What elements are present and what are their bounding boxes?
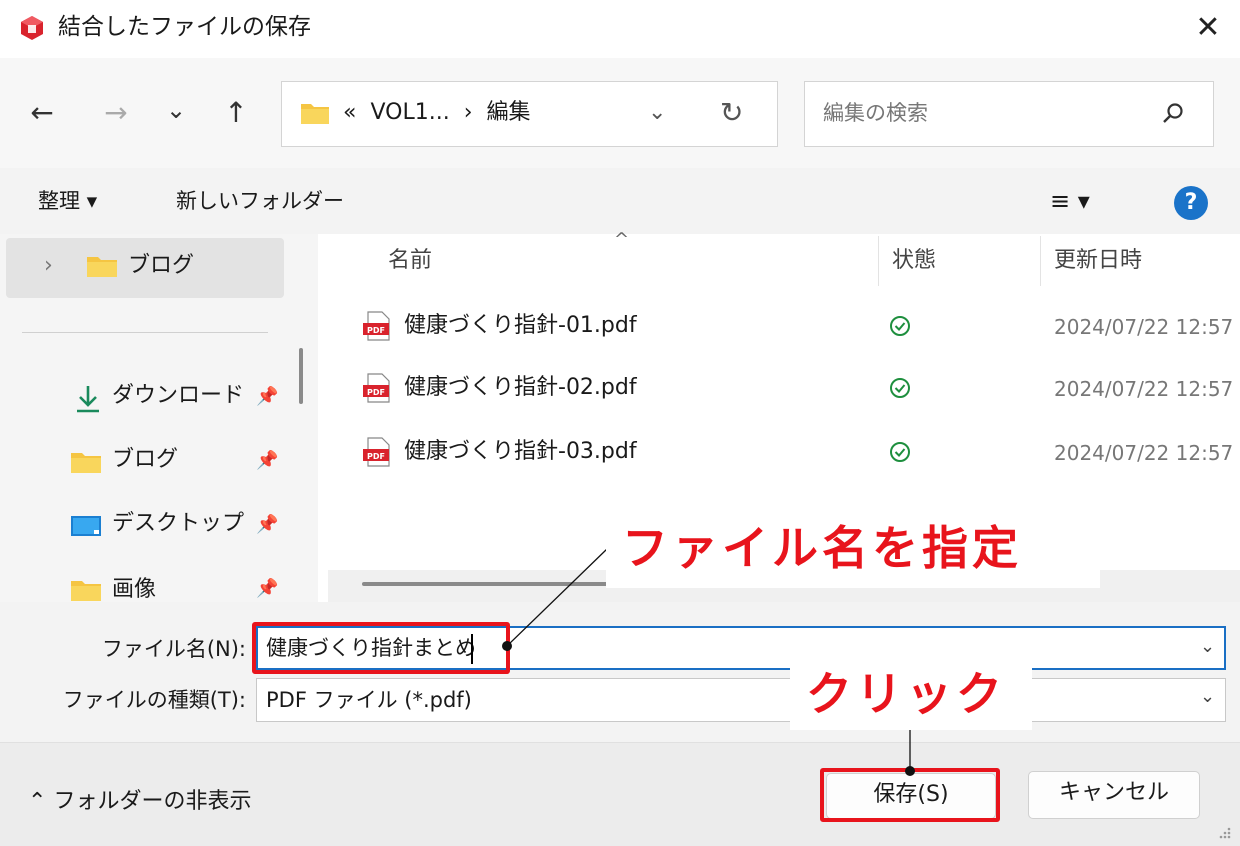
refresh-button[interactable]: ↻ <box>720 95 743 131</box>
file-modified: 2024/07/22 12:57 <box>1054 315 1234 339</box>
address-path[interactable]: « VOL1... › 編集 <box>343 97 531 129</box>
recent-locations-button[interactable]: ⌄ <box>156 90 196 130</box>
search-input[interactable]: 編集の検索 <box>823 97 928 129</box>
svg-text:PDF: PDF <box>367 326 385 335</box>
close-button[interactable]: ✕ <box>1188 8 1228 48</box>
sidebar-divider <box>22 332 268 333</box>
back-button[interactable]: ← <box>22 93 62 133</box>
sidebar-item-blog[interactable]: ブログ <box>112 444 178 476</box>
view-options-button[interactable]: ≡ ▾ <box>1050 185 1090 217</box>
organize-menu[interactable]: 整理 ▾ <box>38 185 97 217</box>
column-separator[interactable] <box>1040 236 1041 286</box>
resize-grip-icon[interactable] <box>1214 826 1232 842</box>
path-overflow-icon: « <box>343 100 357 125</box>
svg-text:PDF: PDF <box>367 452 385 461</box>
file-name[interactable]: 健康づくり指針-03.pdf <box>404 436 637 468</box>
file-modified: 2024/07/22 12:57 <box>1054 441 1234 465</box>
expand-chevron-icon[interactable]: › <box>44 250 53 282</box>
column-header-modified[interactable]: 更新日時 <box>1054 245 1142 277</box>
file-name[interactable]: 健康づくり指針-02.pdf <box>404 372 637 404</box>
file-modified: 2024/07/22 12:57 <box>1054 377 1234 401</box>
filetype-label: ファイルの種類(T): <box>62 688 246 712</box>
pin-icon: 📌 <box>256 578 279 599</box>
filename-callout: ファイル名を指定 <box>622 521 1022 575</box>
sidebar-item-label: ブログ <box>128 253 195 278</box>
chevron-down-icon[interactable]: ⌄ <box>1200 686 1215 707</box>
path-folder[interactable]: VOL1... <box>370 100 449 125</box>
file-name[interactable]: 健康づくり指針-01.pdf <box>404 310 637 342</box>
new-folder-button[interactable]: 新しいフォルダー <box>176 185 344 217</box>
column-header-name[interactable]: 名前 <box>388 245 432 277</box>
desktop-icon <box>71 516 101 536</box>
pdf-file-icon: PDF <box>363 373 390 403</box>
save-highlight-frame <box>820 768 1000 822</box>
filetype-value[interactable]: PDF ファイル (*.pdf) <box>266 684 472 716</box>
sidebar-item-downloads[interactable]: ダウンロード <box>112 380 244 412</box>
path-separator-icon: › <box>463 100 473 125</box>
svg-text:PDF: PDF <box>367 388 385 397</box>
column-header-status[interactable]: 状態 <box>892 245 936 277</box>
filename-highlight-frame <box>252 622 510 674</box>
pin-icon: 📌 <box>256 450 279 471</box>
pin-icon: 📌 <box>256 386 279 407</box>
folder-icon <box>71 453 101 473</box>
folder-icon <box>71 581 101 601</box>
sync-ok-icon <box>890 442 910 462</box>
chevron-down-icon[interactable]: ⌄ <box>1200 636 1215 657</box>
click-callout: クリック <box>806 667 1006 721</box>
pdf-file-icon: PDF <box>363 437 390 467</box>
hide-folders-toggle[interactable]: ⌃ フォルダーの非表示 <box>28 786 251 818</box>
sidebar-item-desktop[interactable]: デスクトップ <box>112 508 244 540</box>
address-dropdown-icon[interactable]: ⌄ <box>648 97 666 129</box>
forward-button[interactable]: → <box>96 93 136 133</box>
chevron-up-icon: ⌃ <box>28 789 47 814</box>
hide-folders-label: フォルダーの非表示 <box>53 789 252 814</box>
pin-icon: 📌 <box>256 514 279 535</box>
folder-icon <box>87 257 117 277</box>
sync-ok-icon <box>890 378 910 398</box>
sort-ascending-icon: ^ <box>614 229 630 250</box>
pdf-file-icon: PDF <box>363 311 390 341</box>
cancel-button[interactable]: キャンセル <box>1028 771 1200 819</box>
filename-label: ファイル名(N): <box>101 637 246 661</box>
window-title: 結合したファイルの保存 <box>58 14 311 40</box>
search-icon[interactable] <box>1160 101 1186 127</box>
folder-icon <box>301 104 329 124</box>
sync-ok-icon <box>890 316 910 336</box>
column-separator[interactable] <box>878 236 879 286</box>
help-button[interactable]: ? <box>1174 186 1208 220</box>
download-icon <box>77 386 99 413</box>
up-button[interactable]: ↑ <box>216 93 256 133</box>
app-icon <box>21 16 43 40</box>
path-current[interactable]: 編集 <box>487 100 531 125</box>
sidebar-scrollbar[interactable] <box>299 348 303 404</box>
